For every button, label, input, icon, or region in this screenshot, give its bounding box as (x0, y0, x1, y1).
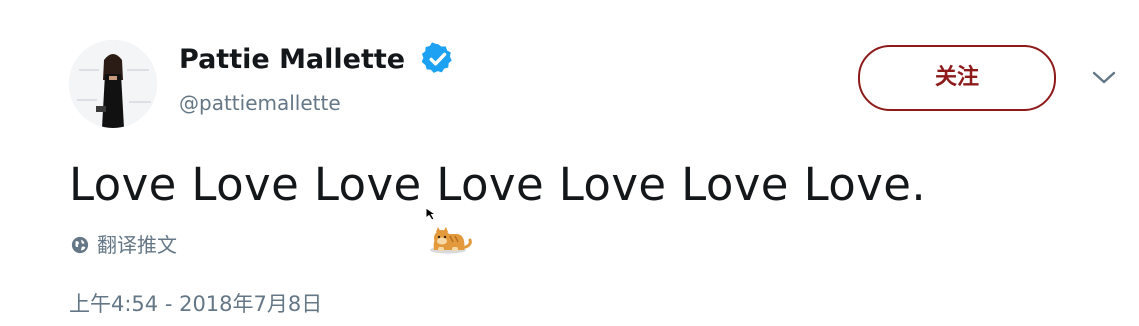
chevron-down-icon[interactable] (1088, 66, 1120, 88)
translate-tweet-link[interactable]: 翻译推文 (71, 230, 177, 260)
tweet-text: Love Love Love Love Love Love Love. (69, 158, 927, 211)
display-name[interactable]: Pattie Mallette (179, 40, 405, 80)
verified-badge-icon (421, 42, 452, 73)
cat-sticker-icon (430, 227, 472, 254)
avatar[interactable] (69, 40, 157, 128)
user-handle[interactable]: @pattiemallette (179, 88, 341, 118)
tweet-card: Pattie Mallette @pattiemallette 关注 Love … (0, 0, 1139, 326)
tweet-timestamp[interactable]: 上午4:54 - 2018年7月8日 (69, 288, 322, 320)
avatar-photo (69, 40, 157, 128)
globe-icon (71, 236, 89, 254)
translate-label: 翻译推文 (97, 233, 177, 257)
follow-button[interactable]: 关注 (858, 45, 1056, 111)
